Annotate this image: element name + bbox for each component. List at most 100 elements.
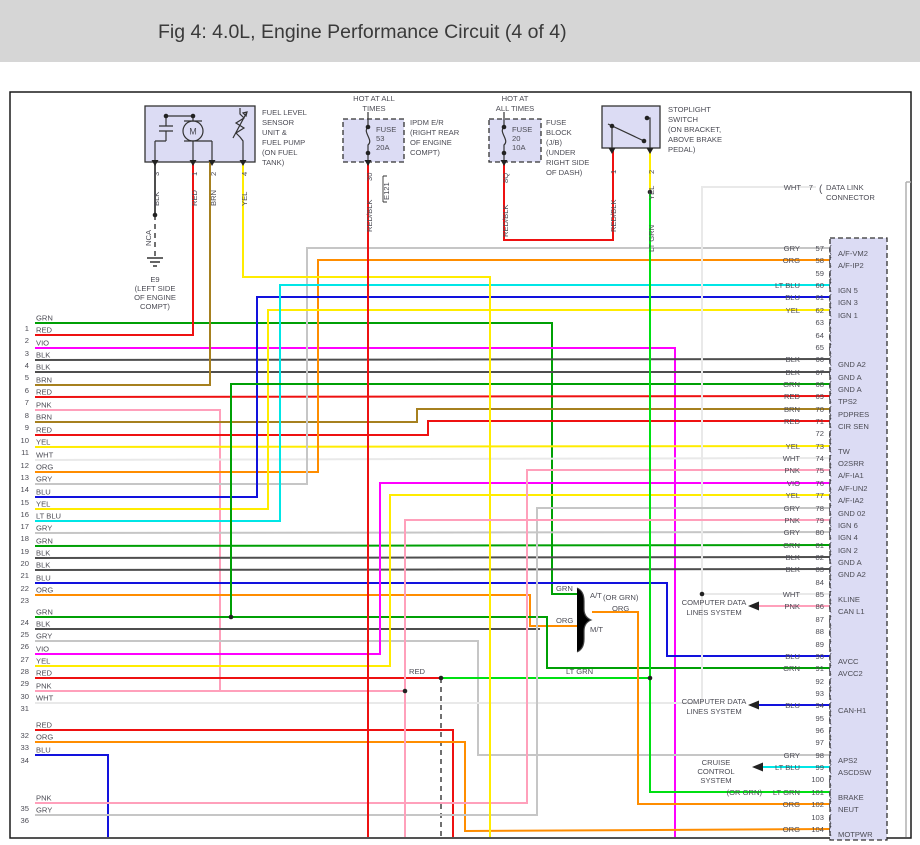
pin-number: 84 <box>816 578 824 587</box>
row-color: RED <box>36 669 53 678</box>
pin-note: (OR GRN) <box>727 788 763 797</box>
pin-wire-color: GRY <box>784 751 800 760</box>
brace-icon <box>576 587 593 653</box>
pin-wire-color: ORG <box>783 825 800 834</box>
label: RED <box>190 189 199 206</box>
pin-wire-color: GRY <box>784 244 800 253</box>
down-arrow-icon <box>239 160 247 166</box>
pin-name: GND A <box>838 558 863 567</box>
row-color: PNK <box>36 401 52 410</box>
wire-grn <box>34 544 831 547</box>
pin-name: IGN 6 <box>838 521 858 530</box>
pin-name: A/F-IA2 <box>838 496 864 505</box>
label: LT GRN <box>647 225 656 252</box>
row-number: 16 <box>21 510 29 519</box>
label: (ON BRACKET, <box>668 125 721 134</box>
ecm-pin-100: 100( <box>811 775 832 787</box>
ecm-pin-96: 96( <box>816 726 833 738</box>
label: RED/BLK <box>609 200 618 233</box>
label: IPDM E/R <box>410 118 444 127</box>
pin-wire-color: RED <box>784 392 801 401</box>
pin-name: O2SRR <box>838 459 865 468</box>
ecm-pin-89: 89( <box>816 640 833 652</box>
pin-number: 62 <box>816 306 824 315</box>
row-number: 27 <box>21 655 29 664</box>
junction-dot <box>152 212 158 218</box>
pin-name: TW <box>838 447 851 456</box>
wire-ltblu <box>35 284 830 522</box>
pin-name: A/F-VM2 <box>838 249 868 258</box>
ecm-pin-97: 97( <box>816 738 833 750</box>
pin-wire-color: LT BLU <box>775 281 800 290</box>
label: YEL <box>240 192 249 206</box>
label: 20 <box>512 134 520 143</box>
pin-name: AVCC2 <box>838 669 863 678</box>
row-color: RED <box>36 721 53 730</box>
wire-blk <box>34 358 831 361</box>
row-color: BLU <box>36 574 51 583</box>
label: STOPLIGHT <box>668 105 711 114</box>
row-color: BLK <box>36 620 50 629</box>
pin-wire-color: RED <box>784 417 801 426</box>
pin-wire-color: YEL <box>786 442 800 451</box>
ecm-pin-87: 87( <box>816 615 833 627</box>
pin-name: KLINE <box>838 595 860 604</box>
pin-number: 72 <box>816 429 824 438</box>
label: 1 <box>190 172 199 176</box>
label: (RIGHT REAR <box>410 128 460 137</box>
label: FUEL LEVEL <box>262 108 307 117</box>
row-color: BRN <box>36 413 52 422</box>
row-color: PNK <box>36 682 52 691</box>
label: FUEL PUMP <box>262 138 305 147</box>
label: SYSTEM <box>700 776 731 785</box>
label: RED/BLK <box>501 205 510 238</box>
pin-number: 69 <box>816 392 824 401</box>
label: ORG <box>612 604 629 613</box>
pin-number: 99 <box>816 763 824 772</box>
pin-number: 60 <box>816 281 824 290</box>
ecm-pin-64: 64( <box>816 331 833 343</box>
row-color: ORG <box>36 463 53 472</box>
wire-brn <box>35 162 211 386</box>
pin-number: 97 <box>816 738 824 747</box>
pin-wire-color: BLK <box>786 553 800 562</box>
junction-dot <box>163 113 169 119</box>
row-color: GRY <box>36 806 52 815</box>
row-number: 6 <box>25 386 29 395</box>
label: PEDAL) <box>668 145 696 154</box>
row-color: BLU <box>36 746 51 755</box>
pin-number: 92 <box>816 677 824 686</box>
row-color: WHT <box>36 451 54 460</box>
row-number: 11 <box>21 448 29 457</box>
row-number: 30 <box>21 692 29 701</box>
pin-number: 80 <box>816 528 824 537</box>
label: COMPUTER DATA <box>682 697 748 706</box>
label: DATA LINK <box>826 183 864 192</box>
pin-wire-color: PNK <box>784 466 800 475</box>
row-number: 36 <box>21 816 29 825</box>
label: BLK <box>152 192 161 206</box>
junction-dot <box>402 688 408 694</box>
row-color: BRN <box>36 376 52 385</box>
label: 20A <box>376 143 390 152</box>
wire-wht <box>34 457 831 461</box>
pin-name: IGN 3 <box>838 298 858 307</box>
label: BLOCK <box>546 128 572 137</box>
row-number: 20 <box>21 559 29 568</box>
pin-number: 91 <box>816 664 824 673</box>
wire-yel <box>34 445 831 448</box>
left-arrow-icon <box>748 601 759 611</box>
label: UNIT & <box>262 128 287 137</box>
label: 1 <box>609 170 618 174</box>
down-arrow-icon <box>500 160 508 166</box>
label: (LEFT SIDE <box>135 284 176 293</box>
junction-dot <box>190 113 196 119</box>
screenshot-root: Fig 4: 4.0L, Engine Performance Circuit … <box>0 0 920 845</box>
diagram-border <box>9 91 912 839</box>
label: RED/BLK <box>365 200 374 233</box>
pin-number: 79 <box>816 516 824 525</box>
label: 2 <box>209 172 218 176</box>
ecm-pin-65: 65( <box>816 343 833 355</box>
pin-wire-color: BLU <box>785 652 800 661</box>
row-number: 5 <box>25 373 29 382</box>
